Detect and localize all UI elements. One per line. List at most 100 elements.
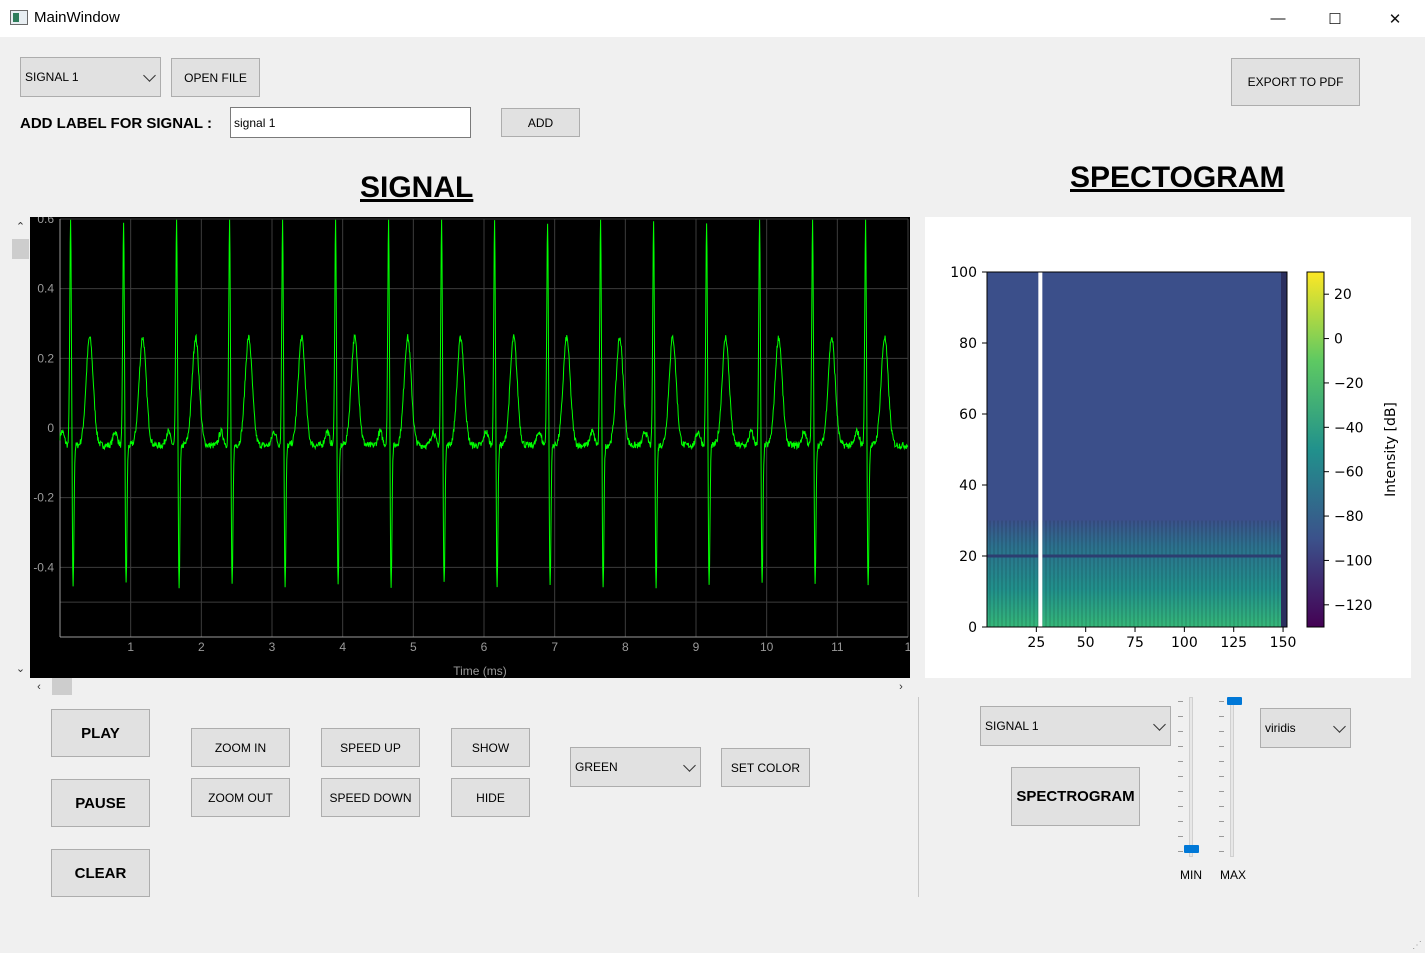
spectrogram-x-tick-label: 125 <box>1220 635 1247 651</box>
spectrogram-button[interactable]: SPECTROGRAM <box>1011 767 1140 826</box>
min-slider-track <box>1189 697 1193 857</box>
signal-x-tick-label: 1 <box>905 640 910 654</box>
spectrogram-signal-select[interactable]: SIGNAL 1 <box>980 706 1171 746</box>
minimize-button[interactable]: — <box>1255 0 1301 37</box>
colorbar-tick-label: 0 <box>1334 332 1343 348</box>
slider-tick <box>1178 701 1183 702</box>
vertical-scrollbar[interactable]: ⌃ ⌄ <box>12 217 29 678</box>
signal-y-tick-label: -0.4 <box>33 560 54 574</box>
spectrogram-figure: 25 50 75 100 125 150 0 20 40 60 80 100 20 0 −20 −40 −60… <box>925 217 1411 678</box>
min-slider-handle[interactable] <box>1184 845 1199 853</box>
slider-tick <box>1219 761 1224 762</box>
spectrogram-y-tick-label: 40 <box>959 478 977 494</box>
colormap-select[interactable]: viridis <box>1260 708 1351 748</box>
slider-tick <box>1219 746 1224 747</box>
hide-button[interactable]: HIDE <box>451 778 530 817</box>
slider-tick <box>1178 821 1183 822</box>
chevron-down-icon <box>1333 720 1346 733</box>
spectrogram-y-tick-label: 80 <box>959 336 977 352</box>
clear-button[interactable]: CLEAR <box>51 849 150 897</box>
signal-y-tick-label: -0.2 <box>33 491 54 505</box>
open-file-button[interactable]: OPEN FILE <box>171 58 260 97</box>
slider-tick <box>1178 806 1183 807</box>
slider-tick <box>1178 761 1183 762</box>
colorbar-tick-label: −80 <box>1334 509 1364 525</box>
maximize-button[interactable]: ☐ <box>1312 0 1358 37</box>
horizontal-scrollbar[interactable]: ‹ › <box>30 678 910 695</box>
spectrogram-right-edge <box>1281 272 1287 627</box>
set-color-button[interactable]: SET COLOR <box>721 748 810 787</box>
spectrogram-x-tick-label: 50 <box>1077 635 1095 651</box>
slider-tick <box>1178 776 1183 777</box>
slider-tick <box>1219 851 1224 852</box>
export-pdf-button[interactable]: EXPORT TO PDF <box>1231 58 1360 106</box>
scroll-left-icon[interactable]: ‹ <box>32 678 46 695</box>
scroll-right-icon[interactable]: › <box>894 678 908 695</box>
colorbar-tick-label: −100 <box>1334 553 1372 569</box>
signal-x-tick-label: 3 <box>269 640 276 654</box>
play-button[interactable]: PLAY <box>51 709 150 757</box>
signal-x-tick-label: 6 <box>481 640 488 654</box>
window-title: MainWindow <box>34 9 120 26</box>
signal-x-tick-label: 10 <box>760 640 774 654</box>
scroll-up-icon[interactable]: ⌃ <box>12 219 29 233</box>
slider-tick <box>1219 731 1224 732</box>
color-select-value: GREEN <box>575 760 618 774</box>
add-label-button[interactable]: ADD <box>501 108 580 137</box>
zoom-out-button[interactable]: ZOOM OUT <box>191 778 290 817</box>
slider-tick <box>1219 716 1224 717</box>
spectrogram-x-tick-label: 75 <box>1126 635 1144 651</box>
min-slider[interactable] <box>1178 697 1204 857</box>
slider-tick <box>1219 776 1224 777</box>
signal-x-tick-label: 1 <box>127 640 134 654</box>
colorbar-tick-label: −60 <box>1334 465 1364 481</box>
slider-tick <box>1219 791 1224 792</box>
colorbar-tick-label: 20 <box>1334 287 1352 303</box>
slider-tick <box>1219 836 1224 837</box>
show-button[interactable]: SHOW <box>451 728 530 767</box>
signal-x-tick-label: 9 <box>693 640 700 654</box>
signal-x-tick-label: 7 <box>551 640 558 654</box>
max-slider-handle[interactable] <box>1227 697 1242 705</box>
signal-heading: SIGNAL <box>360 171 474 204</box>
spectrogram-signal-select-value: SIGNAL 1 <box>985 719 1039 733</box>
vertical-scroll-thumb[interactable] <box>12 239 29 259</box>
label-input[interactable]: signal 1 <box>230 107 471 138</box>
colormap-select-value: viridis <box>1265 721 1296 735</box>
colorbar-tick-label: −120 <box>1334 598 1372 614</box>
colorbar-label: Intensity [dB] <box>1383 402 1399 497</box>
slider-tick <box>1178 791 1183 792</box>
horizontal-scroll-thumb[interactable] <box>52 678 72 695</box>
colorbar-gradient <box>1306 271 1325 628</box>
app-icon <box>10 10 28 25</box>
spectrogram-y-tick-label: 20 <box>959 549 977 565</box>
spectrogram-band-texture <box>987 520 1287 627</box>
slider-tick <box>1178 851 1183 852</box>
resize-grip-icon[interactable]: ⋰ <box>1412 940 1422 951</box>
zoom-in-button[interactable]: ZOOM IN <box>191 728 290 767</box>
signal-y-tick-label: 0.6 <box>37 217 54 226</box>
slider-tick <box>1178 836 1183 837</box>
max-slider[interactable] <box>1219 697 1245 857</box>
spectrogram-gap <box>1038 272 1043 627</box>
max-slider-ticks <box>1219 697 1225 857</box>
scroll-down-icon[interactable]: ⌄ <box>12 661 29 675</box>
max-slider-track <box>1230 697 1234 857</box>
slider-tick <box>1178 716 1183 717</box>
pause-button[interactable]: PAUSE <box>51 779 150 827</box>
speed-up-button[interactable]: SPEED UP <box>321 728 420 767</box>
signal-y-tick-label: 0 <box>47 421 54 435</box>
max-label: MAX <box>1220 868 1247 882</box>
spectrogram-x-tick-label: 100 <box>1171 635 1198 651</box>
spectrogram-y-tick-label: 60 <box>959 407 977 423</box>
signal-select[interactable]: SIGNAL 1 <box>20 57 161 97</box>
slider-tick <box>1219 701 1224 702</box>
close-button[interactable]: ✕ <box>1372 0 1418 37</box>
signal-select-value: SIGNAL 1 <box>25 70 79 84</box>
slider-tick <box>1178 731 1183 732</box>
signal-y-tick-label: 0.4 <box>37 282 54 296</box>
signal-plot[interactable]: 1 2 3 4 5 6 7 8 9 10 11 10.60.40.20-0.2-0.4 Time (m… <box>30 217 910 678</box>
speed-down-button[interactable]: SPEED DOWN <box>321 778 420 817</box>
colorbar-tick-label: −40 <box>1334 420 1364 436</box>
color-select[interactable]: GREEN <box>570 747 701 787</box>
